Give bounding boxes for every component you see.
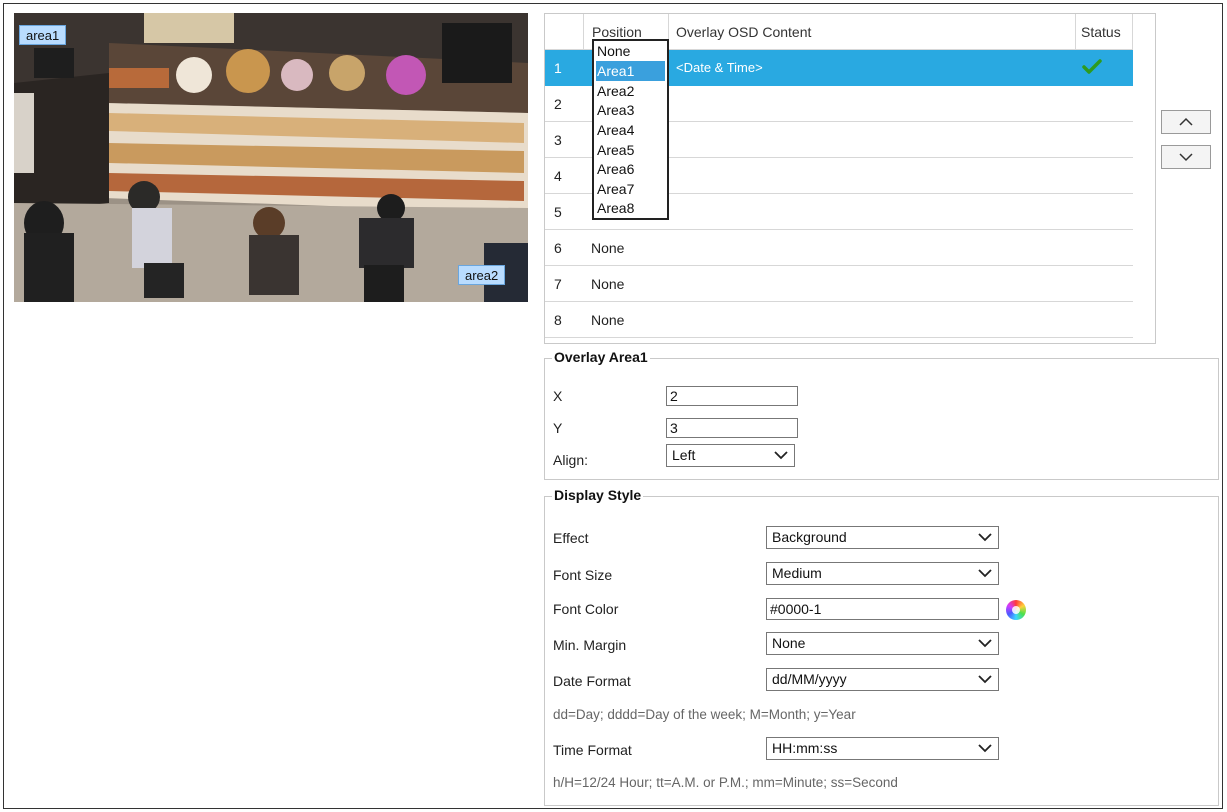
date-format-select-value: dd/MM/yyyy xyxy=(772,671,847,687)
row-number: 4 xyxy=(554,168,562,184)
font-color-input[interactable] xyxy=(766,598,999,620)
row-position[interactable]: None xyxy=(591,240,624,256)
row-number: 1 xyxy=(554,60,562,76)
align-label: Align: xyxy=(553,452,589,468)
min-margin-select-value: None xyxy=(772,635,806,651)
row-number: 2 xyxy=(554,96,562,112)
row-position[interactable]: None xyxy=(591,276,624,292)
effect-select-value: Background xyxy=(772,529,847,545)
x-label: X xyxy=(553,388,563,404)
dropdown-option-area5[interactable]: Area5 xyxy=(596,140,665,160)
align-select[interactable]: Left xyxy=(666,444,795,467)
y-input[interactable] xyxy=(666,418,798,438)
row-number: 6 xyxy=(554,240,562,256)
time-format-label: Time Format xyxy=(553,742,632,758)
column-header-osd-content: Overlay OSD Content xyxy=(676,24,812,40)
chevron-down-icon xyxy=(978,569,992,578)
effect-select[interactable]: Background xyxy=(766,526,999,549)
table-row[interactable]: 6 None xyxy=(545,230,1133,266)
align-select-value: Left xyxy=(672,447,696,463)
overlay-area-title: Overlay Area1 xyxy=(552,349,650,365)
time-format-select[interactable]: HH:mm:ss xyxy=(766,737,999,760)
date-format-select[interactable]: dd/MM/yyyy xyxy=(766,668,999,691)
min-margin-select[interactable]: None xyxy=(766,632,999,655)
time-format-hint: h/H=12/24 Hour; tt=A.M. or P.M.; mm=Minu… xyxy=(553,775,898,790)
date-format-hint: dd=Day; dddd=Day of the week; M=Month; y… xyxy=(553,707,856,722)
move-up-button[interactable] xyxy=(1161,110,1211,134)
row-number: 3 xyxy=(554,132,562,148)
column-divider xyxy=(1075,14,1076,50)
font-size-select[interactable]: Medium xyxy=(766,562,999,585)
dropdown-option-area3[interactable]: Area3 xyxy=(596,100,665,120)
row-position[interactable]: None xyxy=(591,312,624,328)
color-wheel-icon[interactable] xyxy=(1006,600,1026,620)
dropdown-option-none[interactable]: None xyxy=(596,41,665,61)
column-header-status: Status xyxy=(1081,24,1121,40)
status-check-icon xyxy=(1082,58,1102,79)
column-divider xyxy=(583,14,584,50)
move-down-button[interactable] xyxy=(1161,145,1211,169)
camera-scene-image xyxy=(14,13,528,302)
video-preview: area1 area2 xyxy=(14,13,528,302)
chevron-down-icon xyxy=(978,675,992,684)
chevron-down-icon xyxy=(1179,153,1193,162)
chevron-up-icon xyxy=(1179,117,1193,126)
dropdown-option-area6[interactable]: Area6 xyxy=(596,159,665,179)
overlay-area1-tag[interactable]: area1 xyxy=(19,25,67,45)
display-style-title: Display Style xyxy=(552,487,644,503)
row-number: 8 xyxy=(554,312,562,328)
row-number: 7 xyxy=(554,276,562,292)
dropdown-option-area2[interactable]: Area2 xyxy=(596,81,665,101)
position-dropdown-list[interactable]: None Area1 Area2 Area3 Area4 Area5 Area6… xyxy=(592,39,669,220)
min-margin-label: Min. Margin xyxy=(553,637,627,653)
font-color-label: Font Color xyxy=(553,601,619,617)
row-number: 5 xyxy=(554,204,562,220)
column-divider xyxy=(1132,14,1133,50)
overlay-area2-tag[interactable]: area2 xyxy=(458,265,506,285)
font-size-select-value: Medium xyxy=(772,565,822,581)
dropdown-option-area4[interactable]: Area4 xyxy=(596,120,665,140)
dropdown-option-area1[interactable]: Area1 xyxy=(596,61,665,81)
dropdown-option-area7[interactable]: Area7 xyxy=(596,179,665,199)
time-format-select-value: HH:mm:ss xyxy=(772,740,838,756)
date-format-label: Date Format xyxy=(553,673,631,689)
table-row[interactable]: 7 None xyxy=(545,266,1133,302)
y-label: Y xyxy=(553,420,563,436)
effect-label: Effect xyxy=(553,530,589,546)
chevron-down-icon xyxy=(978,639,992,648)
table-row[interactable]: 8 None xyxy=(545,302,1133,338)
chevron-down-icon xyxy=(774,451,788,460)
font-size-label: Font Size xyxy=(553,567,613,583)
dropdown-option-area8[interactable]: Area8 xyxy=(596,198,665,218)
chevron-down-icon xyxy=(978,533,992,542)
overlay-area-group: Overlay Area1 xyxy=(544,349,1219,480)
x-input[interactable] xyxy=(666,386,798,406)
row-osd-content[interactable]: <Date & Time> xyxy=(676,60,763,75)
column-header-position: Position xyxy=(592,24,642,40)
chevron-down-icon xyxy=(978,744,992,753)
